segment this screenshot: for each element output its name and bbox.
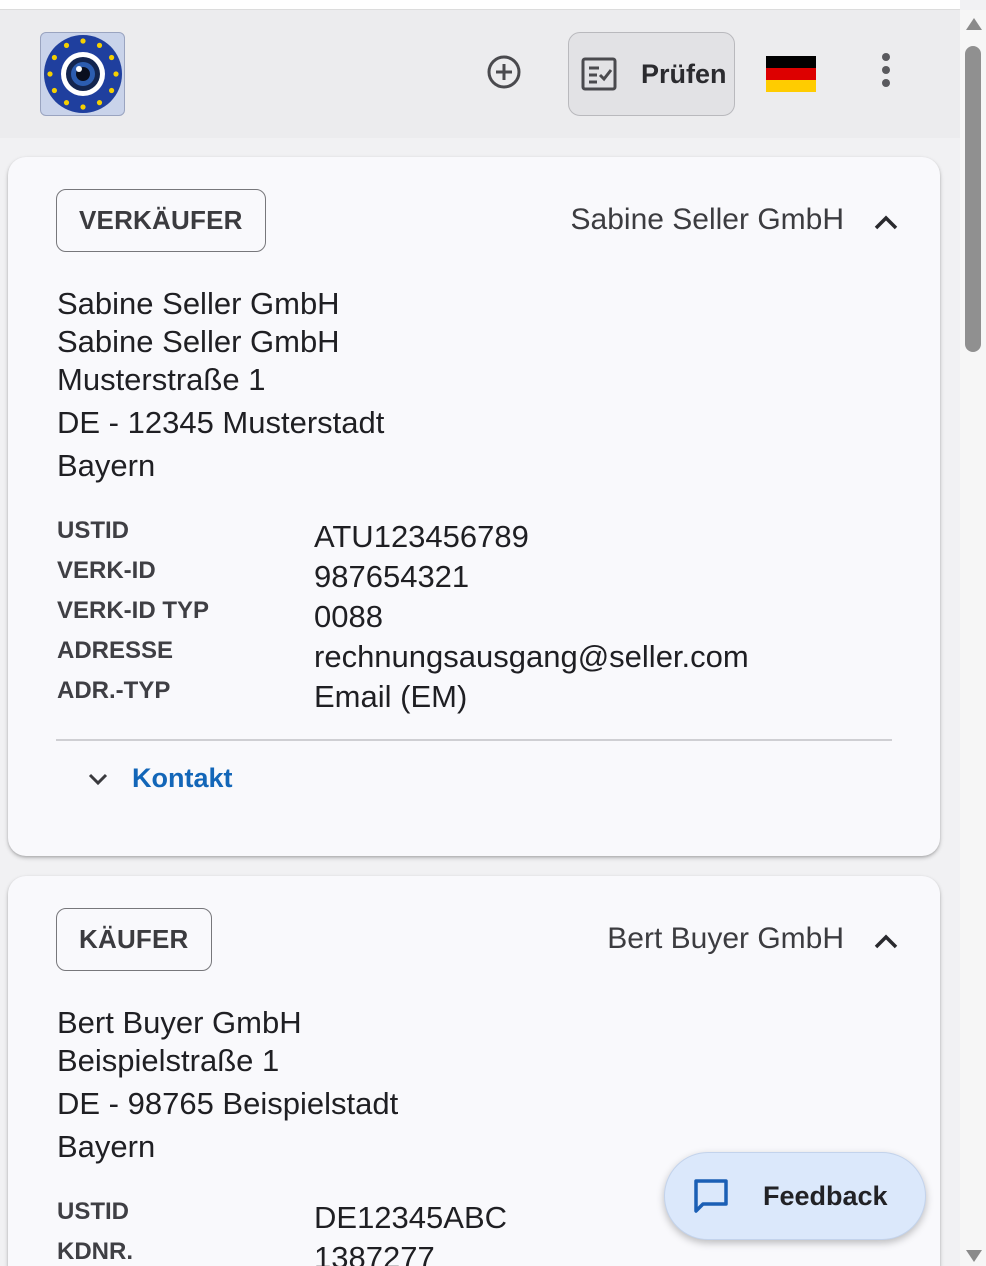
divider [56, 739, 892, 741]
buyer-address-line: Bert Buyer GmbH [57, 1005, 302, 1040]
seller-fields: USTID ATU123456789 VERK-ID 987654321 VER… [57, 517, 877, 717]
seller-role-chip: VERKÄUFER [56, 189, 266, 252]
field-value: 1387277 [314, 1240, 435, 1266]
toolbar: Prüfen [0, 10, 960, 138]
chat-bubble-icon [694, 1179, 728, 1213]
eu-eye-logo-icon[interactable] [40, 32, 125, 116]
buyer-region: Bayern [57, 1129, 156, 1164]
seller-card: VERKÄUFER Sabine Seller GmbH Sabine Sell… [8, 157, 940, 856]
field-row: ADR.-TYP Email (EM) [57, 677, 877, 717]
buyer-role-chip: KÄUFER [56, 908, 212, 971]
add-button[interactable] [484, 52, 524, 92]
seller-address-line: Sabine Seller GmbH [57, 286, 340, 321]
scroll-thumb[interactable] [965, 46, 981, 352]
more-vertical-icon[interactable] [866, 48, 906, 92]
field-row: VERK-ID 987654321 [57, 557, 877, 597]
seller-address-line: Sabine Seller GmbH [57, 324, 340, 359]
buyer-street: Beispielstraße 1 [57, 1043, 280, 1078]
scroll-down-arrow-icon[interactable] [966, 1250, 982, 1262]
field-value: Email (EM) [314, 679, 468, 714]
field-row: ADRESSE rechnungsausgang@seller.com [57, 637, 877, 677]
buyer-name: Bert Buyer GmbH [607, 922, 844, 955]
field-row: VERK-ID TYP 0088 [57, 597, 877, 637]
seller-region: Bayern [57, 448, 156, 483]
seller-street: Musterstraße 1 [57, 362, 266, 397]
add-circle-icon [487, 55, 521, 89]
field-row: USTID ATU123456789 [57, 517, 877, 557]
chevron-up-icon[interactable] [870, 926, 902, 958]
check-button-label: Prüfen [641, 58, 727, 89]
chevron-up-icon[interactable] [870, 207, 902, 239]
buyer-city: DE - 98765 Beispielstadt [57, 1086, 399, 1121]
checklist-icon [581, 56, 617, 92]
german-flag-icon[interactable] [766, 56, 816, 92]
feedback-button[interactable]: Feedback [664, 1152, 926, 1240]
seller-city: DE - 12345 Musterstadt [57, 405, 385, 440]
field-key: KDNR. [57, 1238, 133, 1265]
scrollbar[interactable] [960, 10, 986, 1266]
field-row: KDNR. 1387277 [57, 1238, 877, 1266]
app: Prüfen VERKÄUFER Sabine Seller GmbH Sabi… [0, 0, 986, 1266]
field-value: 0088 [314, 599, 383, 634]
field-key: ADR.-TYP [57, 677, 171, 704]
field-value: ATU123456789 [314, 519, 529, 554]
field-value: rechnungsausgang@seller.com [314, 639, 749, 674]
field-key: USTID [57, 517, 129, 544]
seller-name: Sabine Seller GmbH [570, 203, 844, 236]
field-value: DE12345ABC [314, 1200, 508, 1235]
feedback-label: Feedback [763, 1180, 888, 1211]
check-button[interactable]: Prüfen [568, 32, 735, 116]
contact-link[interactable]: Kontakt [132, 763, 233, 794]
field-value: 987654321 [314, 559, 470, 594]
contact-expander[interactable]: Kontakt [86, 763, 233, 794]
scroll-up-arrow-icon[interactable] [966, 18, 982, 30]
field-key: ADRESSE [57, 637, 174, 664]
chevron-down-icon [88, 773, 108, 785]
field-key: VERK-ID [57, 557, 156, 584]
field-key: VERK-ID TYP [57, 597, 210, 624]
top-rule [0, 0, 960, 10]
field-key: USTID [57, 1198, 129, 1225]
